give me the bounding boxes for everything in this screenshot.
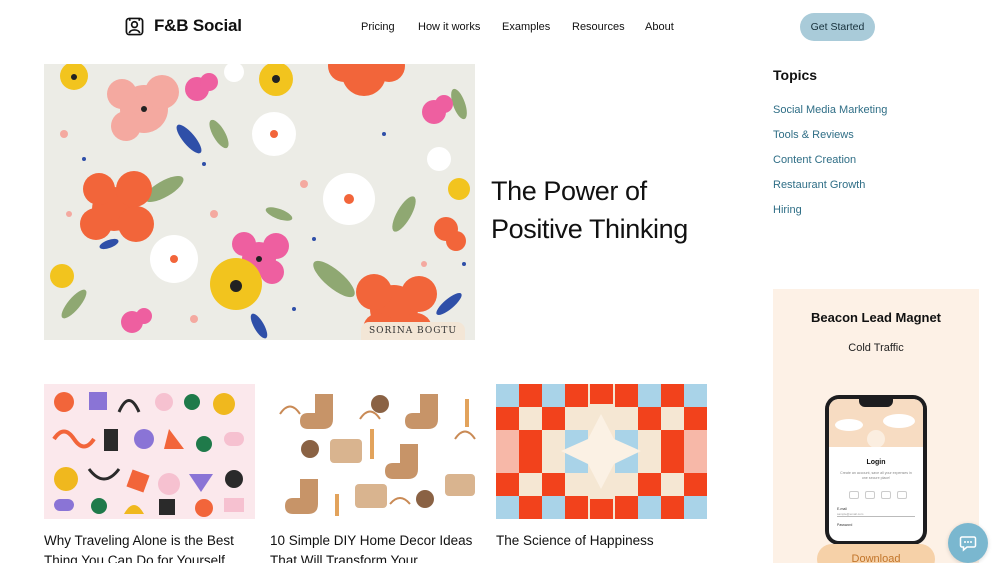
google-icon [865,491,875,499]
card-title[interactable]: Why Traveling Alone is the Best Thing Yo… [44,531,255,563]
phone-mockup: Login Create an account, save all your e… [825,395,927,545]
phone-login-heading: Login [866,459,886,466]
topic-link-content-creation[interactable]: Content Creation [773,154,856,166]
topic-link-restaurant-growth[interactable]: Restaurant Growth [773,179,865,191]
chat-bubble-icon [959,536,977,552]
card-title[interactable]: The Science of Happiness [496,531,707,551]
apple-icon [849,491,859,499]
abstract-shapes-illustration [44,384,255,519]
nav-resources[interactable]: Resources [572,21,625,33]
article-card[interactable]: The Science of Happiness [496,384,707,551]
card-image[interactable] [44,384,255,519]
nav-examples[interactable]: Examples [502,21,550,33]
topic-link-hiring[interactable]: Hiring [773,204,802,216]
quilt-pattern-illustration [496,384,707,519]
article-card[interactable]: 10 Simple DIY Home Decor Ideas That Will… [270,384,481,563]
article-card[interactable]: Why Traveling Alone is the Best Thing Yo… [44,384,255,563]
card-title[interactable]: 10 Simple DIY Home Decor Ideas That Will… [270,531,481,563]
phone-screen: Login Create an account, save all your e… [829,399,923,541]
get-started-button[interactable]: Get Started [800,13,875,41]
chat-button[interactable] [948,523,988,563]
phone-password-label: Password [837,523,853,527]
phone-social-logins [849,491,907,499]
lead-magnet-panel: Beacon Lead Magnet Cold Traffic Login Cr… [773,289,979,563]
card-image[interactable] [496,384,707,519]
site-header: F&B Social Pricing How it works Examples… [0,0,1000,56]
topic-link-tools-reviews[interactable]: Tools & Reviews [773,129,854,141]
phone-login-text: Create an account, save all your expense… [840,471,912,480]
card-image[interactable] [270,384,481,519]
nav-pricing[interactable]: Pricing [361,21,395,33]
cozy-socks-illustration [270,384,481,519]
hero-image[interactable]: SORINA BOGTU [44,64,475,340]
floral-pattern-illustration [44,64,475,340]
nav-about[interactable]: About [645,21,674,33]
hero-title[interactable]: The Power of Positive Thinking [491,172,731,248]
person-frame-icon [125,17,144,35]
lead-magnet-title: Beacon Lead Magnet [810,310,942,325]
nav-how-it-works[interactable]: How it works [418,21,480,33]
instagram-icon [881,491,891,499]
lead-magnet-subtitle: Cold Traffic [848,342,904,354]
phone-email-field: sample@email.com [837,512,915,517]
topic-link-social-media-marketing[interactable]: Social Media Marketing [773,104,887,116]
download-button[interactable]: Download [817,544,935,563]
brand-name: F&B Social [154,16,242,35]
email-icon [897,491,907,499]
brand-logo[interactable]: F&B Social [125,16,242,36]
phone-notch [859,399,893,407]
phone-email-label: E-mail [837,507,847,511]
image-signature: SORINA BOGTU [360,322,465,340]
topics-heading: Topics [773,67,818,83]
